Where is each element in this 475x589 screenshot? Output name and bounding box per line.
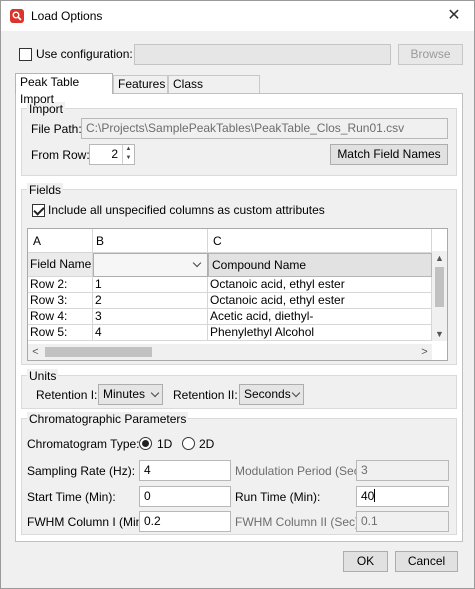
row-cell-b: 4 [93,325,208,341]
chromatogram-2d-label: 2D [199,437,215,451]
ok-button[interactable]: OK [343,551,388,572]
grid-horizontal-scrollbar[interactable]: < > [28,344,432,360]
row-label: Row 2: [28,277,93,293]
scroll-right-icon[interactable]: > [417,346,432,358]
tab-peak-table-import[interactable]: Peak Table Import [15,73,113,106]
run-time-value: 40 [361,489,375,503]
field-c-dropdown[interactable]: Compound Name [208,253,432,277]
chromatogram-2d-radio[interactable] [182,437,195,450]
scroll-up-icon[interactable]: ▲ [432,253,447,263]
row-cell-c: Phenylethyl Alcohol [208,325,432,341]
from-row-spinner[interactable]: ▲ ▼ [122,145,134,164]
close-icon[interactable]: ✕ [440,3,468,29]
browse-button[interactable]: Browse [398,44,463,65]
grid-vertical-scrollbar[interactable]: ▲ ▼ [432,251,447,341]
column-header-b: B [93,229,208,253]
load-options-dialog: Load Options ✕ Use configuration: Browse… [0,0,475,589]
retention-2-value: Seconds [244,387,291,401]
chromatographic-parameters-heading: Chromatographic Parameters [27,412,189,426]
retention-1-value: Minutes [103,387,146,401]
run-time-input[interactable]: 40 [356,486,449,507]
app-search-icon [10,9,24,23]
file-path-field[interactable]: C:\Projects\SamplePeakTables\PeakTable_C… [81,118,448,139]
sampling-rate-input[interactable]: 4 [139,460,231,481]
chromatogram-type-label: Chromatogram Type: [27,437,140,451]
row-cell-c: Acetic acid, diethyl- [208,309,432,325]
include-unspecified-checkbox[interactable] [32,204,45,217]
chevron-down-icon [192,258,202,268]
sampling-rate-label: Sampling Rate (Hz): [27,464,136,478]
chevron-down-icon [291,388,301,398]
scroll-left-icon[interactable]: < [28,346,43,358]
row-cell-b: 3 [93,309,208,325]
match-field-names-button[interactable]: Match Field Names [330,144,448,165]
text-cursor [374,489,376,502]
horizontal-scroll-thumb[interactable] [45,347,152,357]
units-heading: Units [27,369,59,383]
row-label: Row 4: [28,309,93,325]
window-title: Load Options [31,9,103,23]
retention-1-select[interactable]: Minutes [98,384,163,405]
spin-up-icon[interactable]: ▲ [123,145,134,154]
start-time-input[interactable]: 0 [139,486,231,507]
chromatogram-1d-radio[interactable] [139,437,152,450]
column-header-c: C [208,229,432,253]
cancel-button[interactable]: Cancel [395,551,458,572]
include-unspecified-label: Include all unspecified columns as custo… [48,203,325,217]
from-row-label: From Row: [31,148,90,162]
row-cell-c: Octanoic acid, ethyl ester [208,293,432,309]
title-bar[interactable]: Load Options ✕ [1,1,474,31]
use-configuration-checkbox[interactable] [19,48,32,61]
fields-heading: Fields [27,183,64,197]
column-header-a: A [28,229,93,253]
fwhm-column-1-input[interactable]: 0.2 [139,511,231,532]
row-cell-c: Octanoic acid, ethyl ester [208,277,432,293]
retention-2-label: Retention II: [173,388,238,402]
field-b-dropdown[interactable] [93,253,208,277]
field-mapping-grid[interactable]: A B C Field Names: Compound Name Row 2: … [27,228,448,361]
spin-down-icon[interactable]: ▼ [123,154,134,163]
fwhm-column-2-input[interactable]: 0.1 [356,511,449,532]
chevron-down-icon [150,388,160,398]
start-time-label: Start Time (Min): [27,490,116,504]
vertical-scroll-thumb[interactable] [435,267,444,307]
fwhm-column-1-label: FWHM Column I (Min): [27,515,150,529]
modulation-period-input[interactable]: 3 [356,460,449,481]
field-names-label: Field Names: [28,253,93,277]
row-cell-b: 2 [93,293,208,309]
fwhm-column-2-label: FWHM Column II (Sec): [235,515,363,529]
retention-2-select[interactable]: Seconds [239,384,304,405]
chromatogram-1d-label: 1D [157,437,173,451]
tab-class-assignment[interactable]: Class Assignment [168,75,260,108]
use-configuration-label: Use configuration: [36,47,133,61]
file-path-label: File Path: [31,122,82,136]
retention-1-label: Retention I: [36,388,98,402]
modulation-period-label: Modulation Period (Sec): [235,464,368,478]
row-cell-b: 1 [93,277,208,293]
row-label: Row 3: [28,293,93,309]
run-time-label: Run Time (Min): [235,490,321,504]
tab-features[interactable]: Features [113,75,168,93]
scroll-down-icon[interactable]: ▼ [432,329,447,339]
row-label: Row 5: [28,325,93,341]
configuration-path-field[interactable] [134,44,391,65]
